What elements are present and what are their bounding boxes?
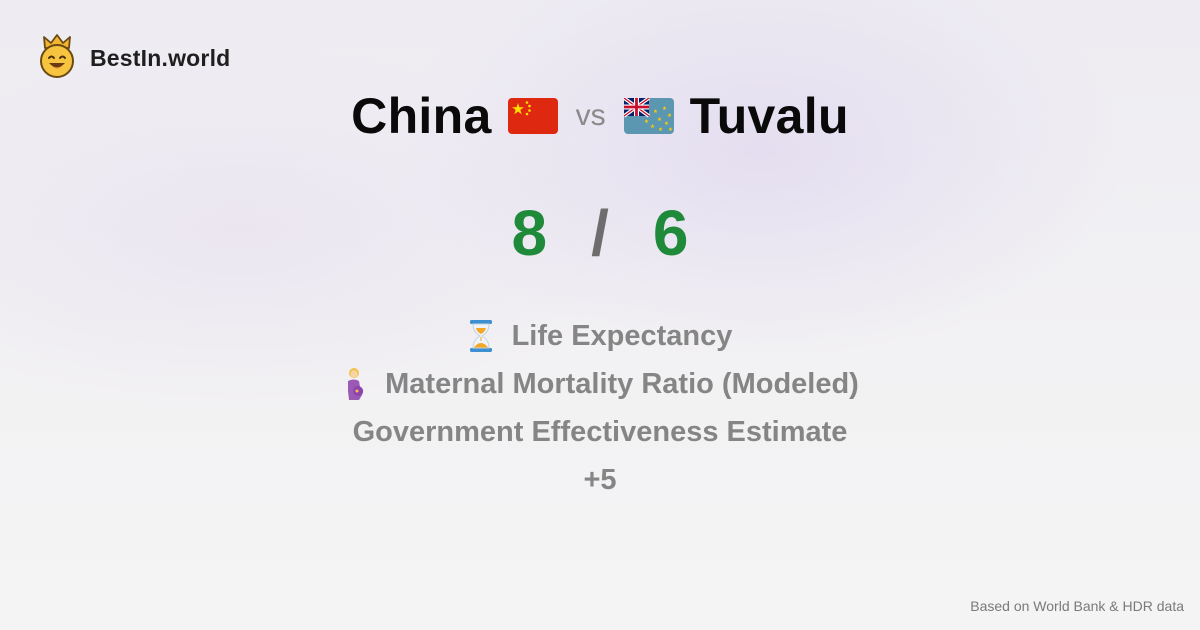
svg-text:★: ★ [644, 119, 649, 125]
svg-text:★: ★ [667, 113, 672, 119]
svg-text:★: ★ [657, 117, 662, 123]
comparison-title: China vs ★ ★ ★ ★ ★ ★ ★ ★ ★ Tuvalu [0, 86, 1200, 146]
score-line: 8 / 6 [0, 193, 1200, 273]
metric-item-maternal-mortality[interactable]: Maternal Mortality Ratio (Modeled) [341, 360, 859, 408]
crown-smiley-icon [38, 33, 76, 83]
country-b-score: 6 [652, 197, 689, 269]
hourglass-icon [468, 319, 494, 353]
svg-text:★: ★ [653, 109, 658, 115]
vs-label: vs [575, 99, 606, 132]
country-a-name[interactable]: China [351, 87, 491, 145]
more-label: +5 [583, 463, 617, 496]
more-metrics-count[interactable]: +5 [583, 456, 616, 504]
brand-name: BestIn.world [90, 44, 231, 71]
country-b-name[interactable]: Tuvalu [690, 87, 849, 145]
brand-logo[interactable]: BestIn.world [38, 33, 231, 83]
data-source-note: Based on World Bank & HDR data [970, 598, 1184, 614]
svg-text:★: ★ [658, 127, 663, 133]
metric-item-government-effectiveness[interactable]: Government Effectiveness Estimate [353, 408, 848, 456]
svg-text:★: ★ [650, 124, 655, 130]
tuvalu-flag-icon: ★ ★ ★ ★ ★ ★ ★ ★ ★ [622, 96, 674, 134]
metric-list: Life Expectancy Maternal Mortality Ratio… [0, 312, 1200, 504]
svg-text:★: ★ [662, 106, 667, 112]
metric-label: Maternal Mortality Ratio (Modeled) [385, 367, 859, 400]
score-separator: / [591, 197, 609, 269]
country-a-score: 8 [511, 197, 548, 269]
china-flag-icon [507, 98, 558, 134]
pregnant-woman-icon [341, 367, 367, 401]
metric-label: Life Expectancy [511, 319, 733, 352]
metric-label: Government Effectiveness Estimate [352, 415, 848, 448]
svg-text:★: ★ [668, 127, 673, 133]
metric-item-life-expectancy[interactable]: Life Expectancy [468, 312, 733, 360]
